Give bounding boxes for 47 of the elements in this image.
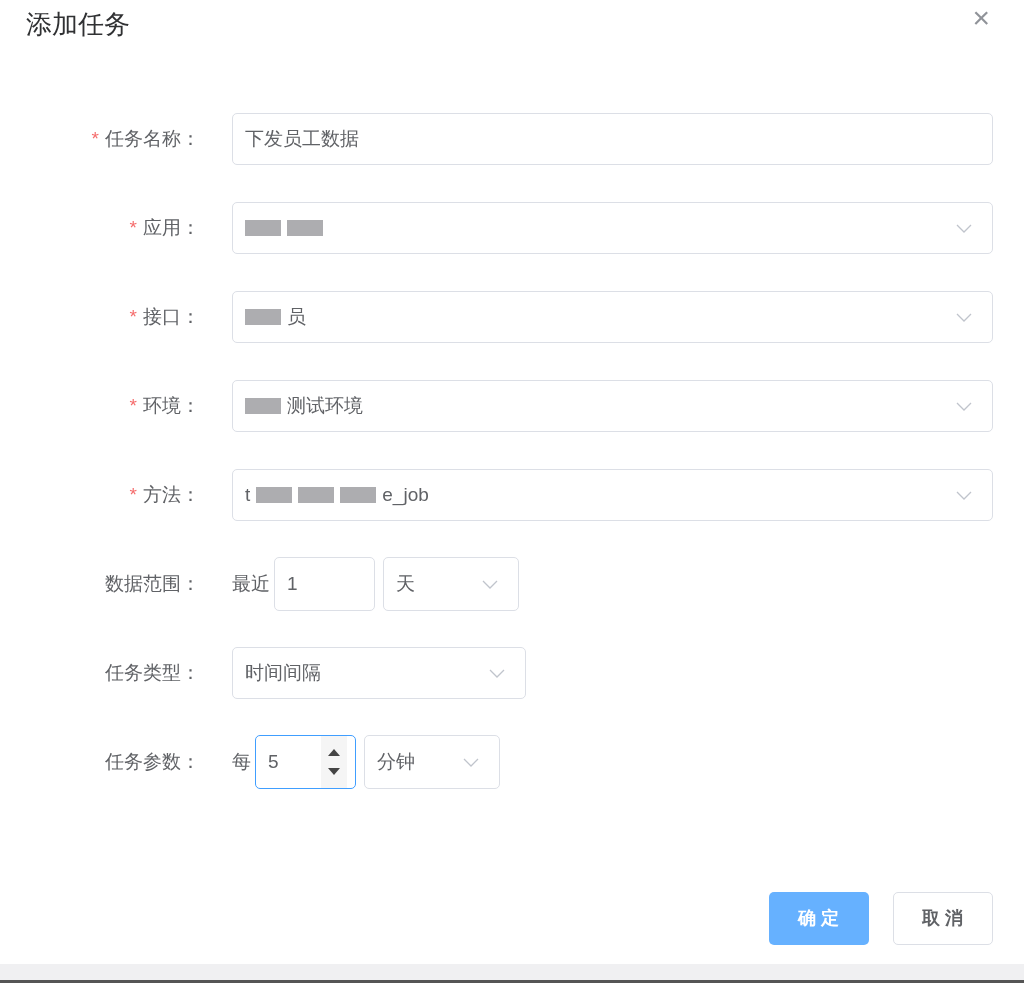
chevron-down-icon	[956, 490, 972, 500]
select-field[interactable]: t e_job	[232, 469, 993, 521]
field-label: 环境：	[143, 393, 200, 418]
field-value: 员	[287, 304, 306, 329]
input-field[interactable]: 1	[274, 557, 375, 611]
field-label: 方法：	[143, 482, 200, 507]
number-value: 1	[287, 571, 298, 596]
chevron-down-icon	[956, 223, 972, 233]
field-value: 时间间隔	[245, 660, 321, 685]
field-value: e_job	[382, 482, 429, 508]
field-value: t	[245, 482, 251, 507]
required-asterisk: *	[129, 393, 137, 418]
select-field[interactable]: 测试环境	[232, 380, 993, 432]
chevron-down-icon	[482, 579, 498, 589]
up-arrow-icon[interactable]	[328, 749, 340, 756]
field-prefix: 每	[232, 749, 251, 774]
field-label: 任务类型：	[105, 660, 200, 685]
cancel-button[interactable]: 取 消	[893, 892, 993, 945]
field-label: 接口：	[143, 304, 200, 329]
required-asterisk: *	[129, 304, 137, 329]
chevron-down-icon	[463, 757, 479, 767]
field-value: 天	[396, 571, 415, 596]
close-button[interactable]: ×	[972, 6, 990, 30]
number-stepper[interactable]: 5	[255, 735, 356, 789]
field-prefix: 最近	[232, 571, 270, 596]
field-value: 分钟	[377, 749, 415, 774]
select-field[interactable]: 员	[232, 291, 993, 343]
field-value: 测试环境	[287, 393, 363, 418]
down-arrow-icon[interactable]	[328, 768, 340, 775]
select-field[interactable]	[232, 202, 993, 254]
field-value: 下发员工数据	[245, 126, 359, 151]
field-label: 任务名称：	[105, 126, 200, 151]
chevron-down-icon	[956, 401, 972, 411]
select-field[interactable]: 分钟	[364, 735, 500, 789]
number-value: 5	[268, 749, 279, 774]
field-label: 任务参数：	[105, 749, 200, 774]
select-field[interactable]: 天	[383, 557, 519, 611]
dialog-title: 添加任务	[26, 8, 130, 41]
required-asterisk: *	[91, 126, 99, 151]
required-asterisk: *	[129, 482, 137, 507]
chevron-down-icon	[956, 312, 972, 322]
select-field[interactable]: 时间间隔	[232, 647, 526, 699]
field-label: 应用：	[143, 215, 200, 240]
required-asterisk: *	[129, 215, 137, 240]
field-label: 数据范围：	[105, 571, 200, 596]
chevron-down-icon	[489, 668, 505, 678]
input-field[interactable]: 下发员工数据	[232, 113, 993, 165]
